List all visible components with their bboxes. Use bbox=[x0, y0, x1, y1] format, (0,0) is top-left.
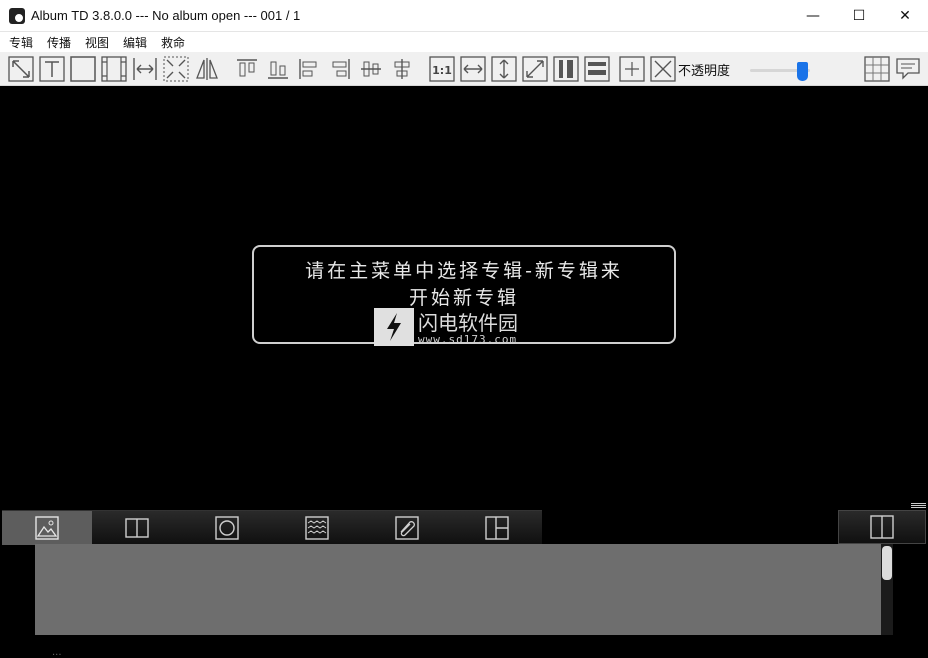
center-horizontal-icon[interactable] bbox=[358, 56, 384, 82]
thumbnail-panel[interactable] bbox=[35, 544, 881, 635]
comment-icon[interactable] bbox=[895, 56, 921, 82]
split-panel-icon bbox=[125, 518, 149, 538]
menu-help[interactable]: 救命 bbox=[161, 34, 185, 51]
fit-height-icon[interactable] bbox=[491, 56, 517, 82]
align-left-icon[interactable] bbox=[296, 56, 322, 82]
tab-images[interactable] bbox=[2, 511, 92, 545]
mirror-icon[interactable] bbox=[194, 56, 220, 82]
frame-icon[interactable] bbox=[70, 56, 96, 82]
text-frame-icon[interactable] bbox=[39, 56, 65, 82]
actual-size-icon[interactable]: 1:1 bbox=[429, 56, 455, 82]
tab-backgrounds[interactable] bbox=[272, 511, 362, 545]
opacity-slider-thumb[interactable] bbox=[797, 62, 808, 81]
clip-icon bbox=[395, 516, 419, 540]
menu-share[interactable]: 传播 bbox=[47, 34, 71, 51]
menu-view[interactable]: 视图 bbox=[85, 34, 109, 51]
center-vertical-icon[interactable] bbox=[389, 56, 415, 82]
menu-bar: 专辑 传播 视图 编辑 救命 bbox=[0, 32, 928, 52]
add-icon[interactable] bbox=[619, 56, 645, 82]
clipped-status-text: ... bbox=[52, 647, 62, 658]
fit-diagonal-icon[interactable] bbox=[8, 56, 34, 82]
bottom-tabstrip bbox=[2, 510, 542, 545]
resize-grip-icon[interactable] bbox=[911, 503, 926, 509]
split-panel-icon bbox=[870, 515, 894, 539]
minimize-button[interactable]: — bbox=[790, 0, 836, 32]
close-button[interactable]: ✕ bbox=[882, 0, 928, 32]
watermark-url: www.sd173.com bbox=[418, 333, 518, 346]
grid-icon[interactable] bbox=[864, 56, 890, 82]
fit-page-icon[interactable] bbox=[522, 56, 548, 82]
align-right-icon[interactable] bbox=[327, 56, 353, 82]
side-panel-tab[interactable] bbox=[838, 510, 926, 544]
maximize-button[interactable]: ☐ bbox=[836, 0, 882, 32]
delete-icon[interactable] bbox=[650, 56, 676, 82]
svg-text:1:1: 1:1 bbox=[432, 64, 452, 77]
message-line-1: 请在主菜单中选择专辑-新专辑来 bbox=[305, 260, 623, 282]
horizontal-spacing-icon[interactable] bbox=[132, 56, 158, 82]
opacity-label: 不透明度 bbox=[678, 64, 731, 79]
layout-icon bbox=[485, 516, 509, 540]
watermark-title: 闪电软件园 bbox=[418, 311, 518, 335]
film-strip-icon[interactable] bbox=[101, 56, 127, 82]
menu-album[interactable]: 专辑 bbox=[9, 34, 33, 51]
watermark-logo-icon bbox=[374, 308, 414, 346]
align-top-icon[interactable] bbox=[234, 56, 260, 82]
fit-width-icon[interactable] bbox=[460, 56, 486, 82]
app-icon bbox=[9, 8, 25, 24]
tab-layouts[interactable] bbox=[452, 511, 542, 545]
menu-edit[interactable]: 编辑 bbox=[123, 34, 147, 51]
horizontal-rows-icon[interactable] bbox=[584, 56, 610, 82]
shrink-icon[interactable] bbox=[163, 56, 189, 82]
tab-cliparts[interactable] bbox=[362, 511, 452, 545]
circle-icon bbox=[215, 516, 239, 540]
tab-pages[interactable] bbox=[92, 511, 182, 545]
vertical-columns-icon[interactable] bbox=[553, 56, 579, 82]
app-window: Album TD 3.8.0.0 --- No album open --- 0… bbox=[0, 0, 928, 658]
align-bottom-icon[interactable] bbox=[265, 56, 291, 82]
waves-icon bbox=[305, 516, 329, 540]
album-canvas[interactable]: 请在主菜单中选择专辑-新专辑来 开始新专辑 闪电软件园 www.sd173.co… bbox=[0, 86, 928, 510]
title-bar: Album TD 3.8.0.0 --- No album open --- 0… bbox=[0, 0, 928, 32]
image-icon bbox=[35, 516, 59, 540]
window-title: Album TD 3.8.0.0 --- No album open --- 0… bbox=[31, 8, 301, 23]
tab-shapes[interactable] bbox=[182, 511, 272, 545]
panel-scroll-thumb[interactable] bbox=[882, 546, 892, 580]
